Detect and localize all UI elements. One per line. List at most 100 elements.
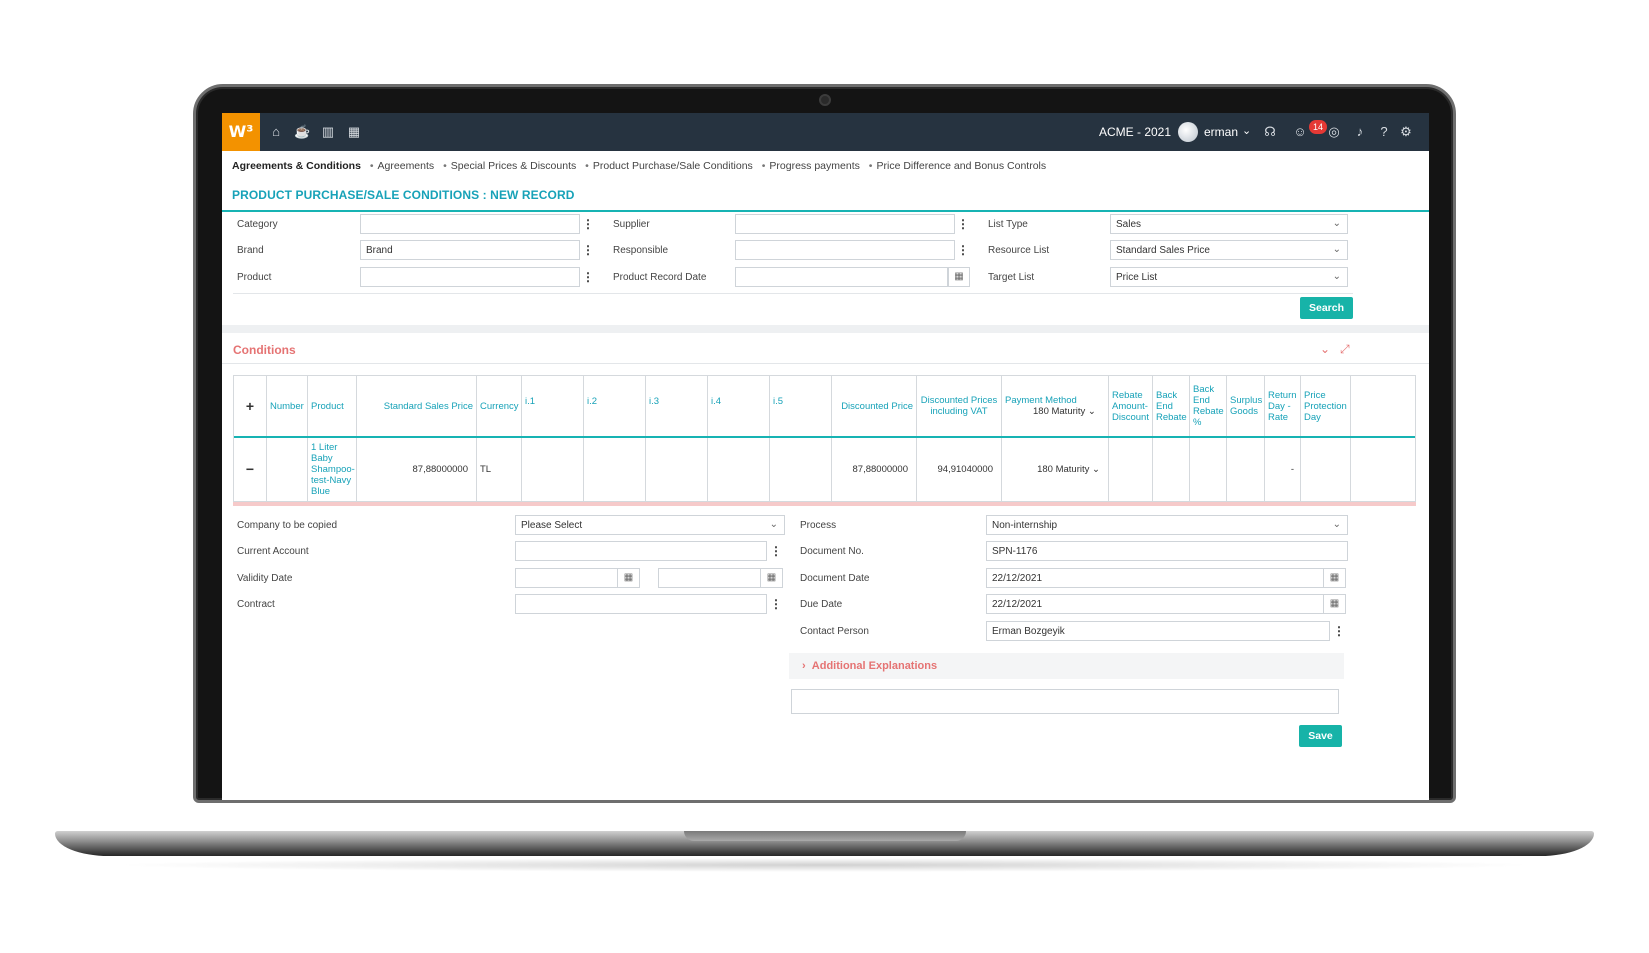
cell-price-protection-day[interactable] (1301, 438, 1351, 501)
cell-product[interactable]: 1 Liter Baby Shampoo-test-Navy Blue (308, 438, 357, 501)
gear-icon[interactable]: ⚙ (1398, 124, 1414, 140)
help-icon[interactable]: ? (1376, 124, 1392, 140)
remove-row-button[interactable]: − (234, 438, 267, 501)
current-account-label: Current Account (237, 546, 309, 557)
chevron-down-icon[interactable]: ⌄ (1242, 124, 1251, 137)
cell-i1[interactable] (522, 438, 584, 501)
category-input[interactable] (360, 214, 580, 234)
calendar-icon[interactable]: ▦ (761, 568, 783, 588)
cell-i2[interactable] (584, 438, 646, 501)
conditions-title: Conditions (233, 343, 296, 357)
calendar-icon[interactable]: ▦ (1324, 594, 1346, 614)
home-icon[interactable]: ⌂ (268, 124, 284, 140)
payment-method-header-select[interactable]: 180 Maturity ⌄ (1033, 406, 1096, 417)
breadcrumb-item[interactable]: Special Prices & Discounts (451, 160, 576, 172)
validity-date-start-input[interactable] (515, 568, 618, 588)
cell-number[interactable] (267, 438, 308, 501)
calendar-icon[interactable]: ▦ (618, 568, 640, 588)
contract-menu-icon[interactable]: ⋮ (767, 594, 785, 614)
cell-standard-sales-price[interactable]: 87,88000000 (357, 438, 477, 501)
product-menu-icon[interactable]: ⋮ (579, 267, 597, 287)
cell-i3[interactable] (646, 438, 708, 501)
collapse-icon[interactable]: ⌄ (1320, 342, 1330, 356)
cell-i4[interactable] (708, 438, 770, 501)
list-type-value: Sales (1116, 219, 1142, 230)
product-input[interactable] (360, 267, 580, 287)
brand-menu-icon[interactable]: ⋮ (579, 240, 597, 260)
company-copied-select[interactable]: Please Select ⌄ (515, 515, 785, 535)
search-button[interactable]: Search (1300, 297, 1353, 319)
calendar-icon[interactable]: ▦ (1324, 568, 1346, 588)
add-row-button[interactable]: + (234, 376, 267, 436)
contract-input[interactable] (515, 594, 767, 614)
list-type-select[interactable]: Sales ⌄ (1110, 214, 1348, 234)
smiley-icon[interactable]: ☺ (1292, 124, 1308, 140)
breadcrumb-item[interactable]: Progress payments (769, 160, 859, 172)
logo[interactable]: W³ (222, 113, 260, 151)
breadcrumb-item[interactable]: Agreements (378, 160, 435, 172)
target-list-select[interactable]: Price List ⌄ (1110, 267, 1348, 287)
bar-chart-icon[interactable]: ▥ (320, 124, 336, 140)
responsible-input[interactable] (735, 240, 955, 260)
product-record-date-input[interactable] (735, 267, 948, 287)
cell-discounted-vat[interactable]: 94,91040000 (917, 438, 1002, 501)
col-i3: i.3 (646, 376, 708, 436)
save-button[interactable]: Save (1299, 725, 1342, 747)
col-payment-method: Payment Method 180 Maturity ⌄ (1002, 376, 1109, 436)
cell-currency[interactable]: TL (477, 438, 522, 501)
resource-list-select[interactable]: Standard Sales Price ⌄ (1110, 240, 1348, 260)
cell-rebate-amount[interactable] (1109, 438, 1153, 501)
headset-icon[interactable]: ☊ (1262, 124, 1278, 140)
due-date-input[interactable]: 22/12/2021 (986, 594, 1324, 614)
col-rebate-amount: Rebate Amount-Discount (1109, 376, 1153, 436)
calendar-icon[interactable]: ▦ (346, 124, 362, 140)
cell-back-end-rebate-pct[interactable] (1190, 438, 1227, 501)
resource-list-label: Resource List (988, 245, 1050, 256)
chat-icon[interactable]: ◎ (1326, 124, 1342, 140)
bell-icon[interactable]: ♪ (1352, 124, 1368, 140)
supplier-menu-icon[interactable]: ⋮ (954, 214, 972, 234)
responsible-menu-icon[interactable]: ⋮ (954, 240, 972, 260)
document-no-input[interactable]: SPN-1176 (986, 541, 1348, 561)
process-select[interactable]: Non-internship ⌄ (986, 515, 1348, 535)
company-name[interactable]: ACME - 2021 (1099, 125, 1171, 139)
cell-return-day-rate[interactable]: - (1265, 438, 1301, 501)
col-back-end-rebate-pct: Back End Rebate % (1190, 376, 1227, 436)
notification-badge: 14 (1309, 120, 1327, 134)
breadcrumb-item[interactable]: Product Purchase/Sale Conditions (593, 160, 753, 172)
contact-person-label: Contact Person (800, 626, 869, 637)
breadcrumb: Agreements & Conditions • Agreements • Spe… (232, 160, 1047, 172)
payment-method-select[interactable]: 180 Maturity ⌄ (1002, 438, 1109, 501)
current-account-menu-icon[interactable]: ⋮ (767, 541, 785, 561)
camera (819, 94, 831, 106)
cell-surplus-goods[interactable] (1227, 438, 1265, 501)
document-date-input[interactable]: 22/12/2021 (986, 568, 1324, 588)
current-account-input[interactable] (515, 541, 767, 561)
avatar[interactable] (1178, 122, 1198, 142)
breadcrumb-item[interactable]: Agreements & Conditions (232, 160, 361, 172)
category-label: Category (237, 219, 278, 230)
col-surplus-goods: Surplus Goods (1227, 376, 1265, 436)
document-no-label: Document No. (800, 546, 864, 557)
supplier-input[interactable] (735, 214, 955, 234)
conditions-divider (222, 363, 1429, 364)
cup-icon[interactable]: ☕ (294, 124, 310, 140)
expand-icon[interactable]: ⤢ (1340, 342, 1350, 357)
cell-back-end-rebate[interactable] (1153, 438, 1190, 501)
category-menu-icon[interactable]: ⋮ (579, 214, 597, 234)
additional-explanations-toggle[interactable]: › Additional Explanations (802, 660, 937, 672)
cell-discounted-price[interactable]: 87,88000000 (832, 438, 917, 501)
explanation-textarea[interactable] (791, 689, 1339, 714)
col-return-day-rate: Return Day - Rate (1265, 376, 1301, 436)
contact-person-menu-icon[interactable]: ⋮ (1330, 621, 1348, 641)
chevron-right-icon: › (802, 660, 806, 672)
brand-input[interactable]: Brand (360, 240, 580, 260)
username[interactable]: erman (1204, 125, 1238, 139)
cell-i5[interactable] (770, 438, 832, 501)
contact-person-input[interactable]: Erman Bozgeyik (986, 621, 1330, 641)
company-copied-label: Company to be copied (237, 520, 338, 531)
breadcrumb-item[interactable]: Price Difference and Bonus Controls (876, 160, 1046, 172)
validity-date-end-input[interactable] (658, 568, 761, 588)
calendar-icon[interactable]: ▦ (948, 267, 970, 287)
table-scrollbar[interactable] (233, 502, 1416, 506)
